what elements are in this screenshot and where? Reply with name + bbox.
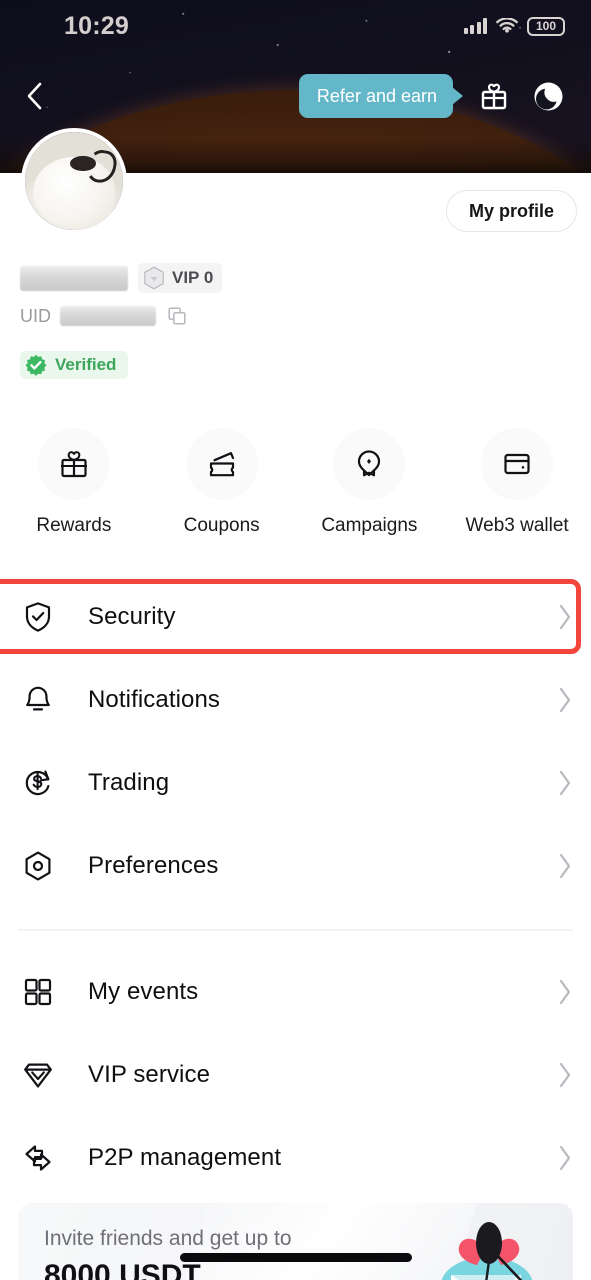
uid-label: UID	[20, 305, 51, 326]
invite-reward-illustration: B	[441, 1222, 533, 1280]
chevron-right-icon	[557, 852, 573, 880]
chevron-right-icon	[557, 978, 573, 1006]
menu-item-label: Trading	[88, 768, 170, 796]
quick-action-label: Rewards	[36, 515, 112, 536]
uid-value-redacted	[60, 306, 156, 326]
copy-icon	[168, 307, 186, 325]
quick-action-icon-wrap	[185, 428, 258, 500]
quick-action-web3-wallet[interactable]: Web3 wallet	[443, 428, 591, 537]
chevron-right-icon	[557, 1061, 573, 1089]
my-profile-button[interactable]: My profile	[445, 190, 577, 232]
verified-label: Verified	[55, 355, 117, 374]
menu-item-label: Preferences	[88, 851, 219, 879]
chevron-left-icon	[27, 82, 42, 110]
menu-item-label: My events	[88, 978, 199, 1005]
gift-icon	[481, 83, 507, 110]
menu-item-trading[interactable]: Trading	[0, 741, 591, 824]
refer-and-earn-label: Refer and earn	[316, 85, 437, 106]
status-badge: Verified	[20, 351, 129, 379]
quick-action-rewards[interactable]: Rewards	[0, 428, 148, 537]
identity-block: VIP 0 UID	[20, 262, 223, 329]
quick-action-label: Web3 wallet	[465, 515, 569, 536]
quick-action-label: Campaigns	[321, 515, 418, 536]
menu-item-label: VIP service	[88, 1061, 211, 1088]
battery-level-label: 100	[535, 19, 557, 33]
chevron-right-icon	[557, 686, 573, 714]
my-profile-label: My profile	[468, 200, 554, 221]
campaign-medal-icon	[358, 450, 381, 477]
p2p-exchange-icon	[20, 1140, 56, 1176]
chevron-right-icon	[557, 1144, 573, 1172]
moon-icon	[534, 82, 562, 110]
hexagon-gear-icon	[20, 848, 56, 884]
copy-uid-button[interactable]	[165, 304, 189, 328]
quick-action-campaigns[interactable]: Campaigns	[296, 428, 444, 537]
avatar-image	[25, 132, 123, 230]
username-redacted	[20, 265, 128, 291]
quick-action-icon-wrap	[333, 428, 406, 500]
menu-item-p2p-management[interactable]: P2P management	[0, 1117, 591, 1200]
quick-actions-row: Rewards Coupons Campaigns Web3 wallet	[0, 428, 591, 537]
back-button[interactable]	[18, 79, 52, 113]
shield-check-icon	[20, 599, 56, 635]
grid-squares-icon	[20, 974, 56, 1010]
status-bar: 10:29 100	[0, 0, 591, 52]
menu-item-notifications[interactable]: Notifications	[0, 658, 591, 741]
chevron-right-icon	[557, 769, 573, 797]
menu-item-label: Security	[88, 602, 176, 630]
vip-diamond-icon	[144, 266, 164, 290]
wallet-icon	[504, 453, 530, 475]
settings-menu: Security Notifications Trading Preferenc…	[0, 575, 591, 1200]
banner-amount: 8000 USDT	[44, 1259, 201, 1280]
username-row: VIP 0	[20, 262, 223, 294]
status-bar-indicators: 100	[463, 16, 565, 36]
header-actions: Refer and earn	[298, 73, 571, 119]
dark-mode-toggle[interactable]	[525, 73, 571, 119]
status-bar-time: 10:29	[64, 11, 129, 40]
header-nav-bar: Refer and earn	[0, 72, 591, 120]
dollar-refresh-icon	[20, 765, 56, 801]
quick-action-label: Coupons	[183, 515, 260, 536]
vip-badge[interactable]: VIP 0	[138, 263, 223, 293]
cellular-signal-icon	[463, 18, 487, 34]
refer-and-earn-button[interactable]: Refer and earn	[298, 74, 453, 118]
wifi-icon	[496, 17, 518, 33]
menu-item-security[interactable]: Security	[0, 575, 591, 658]
quick-action-icon-wrap	[37, 428, 110, 500]
quick-action-icon-wrap	[481, 428, 554, 500]
vip-level-label: VIP 0	[172, 268, 214, 287]
bell-icon	[20, 682, 56, 718]
gift-icon	[60, 451, 87, 478]
battery-icon: 100	[527, 16, 565, 36]
gift-button[interactable]	[471, 73, 517, 119]
home-indicator	[179, 1253, 412, 1262]
banner-subtitle: Invite friends and get up to	[44, 1227, 292, 1250]
menu-item-vip-service[interactable]: VIP service	[0, 1034, 591, 1117]
menu-item-preferences[interactable]: Preferences	[0, 824, 591, 907]
menu-section-divider	[18, 929, 573, 931]
chevron-right-icon	[557, 603, 573, 631]
coupon-ticket-icon	[209, 452, 234, 477]
menu-item-my-events[interactable]: My events	[0, 951, 591, 1034]
menu-item-label: Notifications	[88, 685, 221, 713]
invite-friends-banner[interactable]: Invite friends and get up to 8000 USDT B	[18, 1203, 573, 1280]
uid-row: UID	[20, 303, 222, 329]
quick-action-coupons[interactable]: Coupons	[148, 428, 296, 537]
avatar[interactable]	[21, 128, 127, 234]
verified-badge-icon	[25, 354, 47, 376]
diamond-icon	[20, 1057, 56, 1093]
menu-item-label: P2P management	[88, 1144, 282, 1171]
